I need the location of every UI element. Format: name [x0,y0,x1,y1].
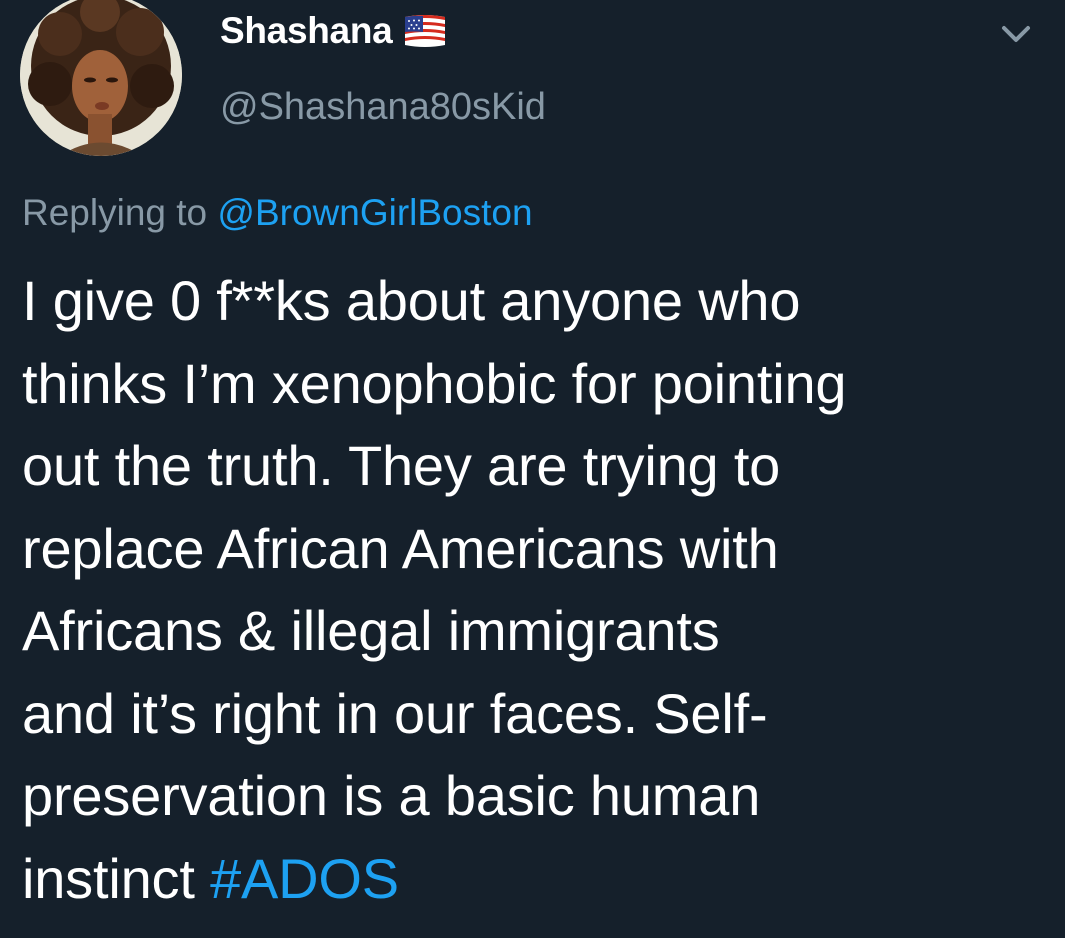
hashtag-link[interactable]: #ADOS [210,847,399,910]
tweet-text-line: preservation is a basic human [22,764,761,827]
tweet-text-line: replace African Americans with [22,516,779,580]
replying-to-label: Replying to [22,192,208,233]
reply-mention-link[interactable]: @BrownGirlBoston [217,192,532,233]
tweet-text: I give 0 f**ks about anyone who thinks I… [22,260,1052,920]
tweet-text-line: out the truth. They are trying to [22,434,781,497]
tweet-card: Shashana @Shashana80sKid Replying to @Br… [0,0,1065,938]
replying-to: Replying to @BrownGirlBoston [22,192,533,234]
chevron-down-icon[interactable] [996,18,1036,50]
us-flag-icon [405,15,446,47]
display-name[interactable]: Shashana [220,10,448,52]
display-name-text: Shashana [220,10,393,51]
tweet-text-line: thinks I’m xenophobic for pointing [22,351,847,415]
tweet-text-line: I give 0 f**ks about anyone who [22,269,801,332]
user-handle[interactable]: @Shashana80sKid [220,86,546,129]
tweet-text-line: and it’s right in our faces. Self- [22,681,768,745]
avatar[interactable] [20,0,182,156]
tweet-text-last-line: instinct #ADOS [22,838,1052,921]
tweet-text-line: Africans & illegal immigrants [22,599,720,662]
tweet-text-line: instinct [22,846,211,910]
avatar-portrait-icon [20,0,182,156]
